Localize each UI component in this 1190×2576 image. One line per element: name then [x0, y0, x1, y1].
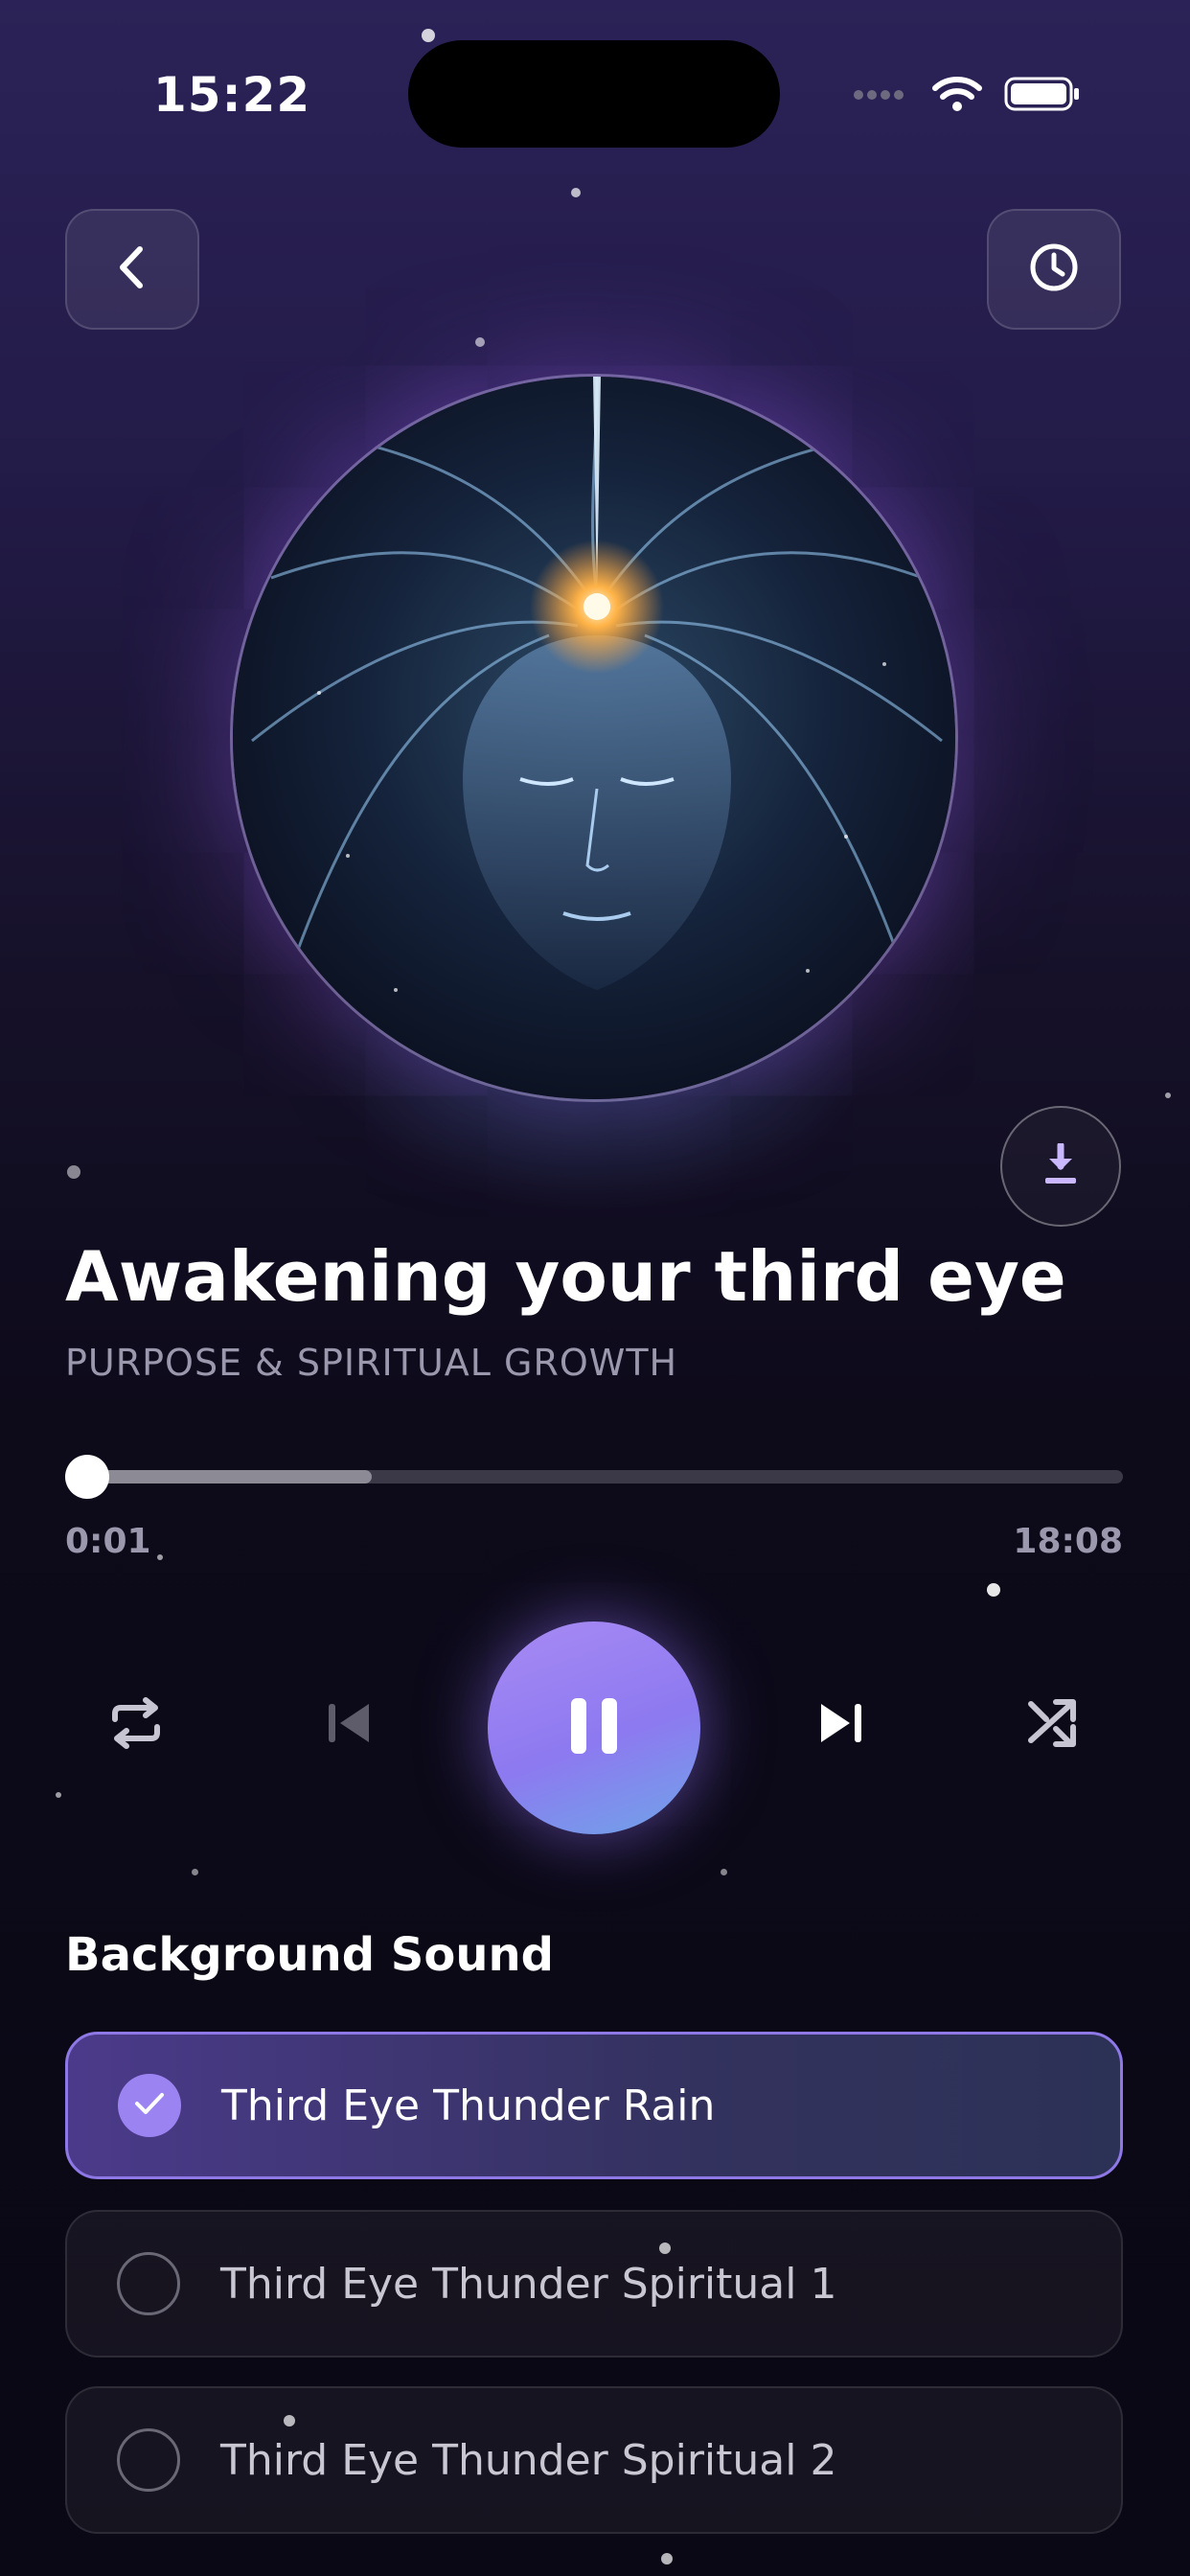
star-decoration [192, 1869, 198, 1875]
elapsed-time: 0:01 [65, 1522, 151, 1561]
sound-option-label: Third Eye Thunder Spiritual 2 [220, 2435, 837, 2485]
star-decoration [422, 29, 435, 42]
progress-buffered [65, 1470, 373, 1484]
status-icons [853, 67, 1081, 125]
clock-icon [1028, 242, 1080, 297]
sound-option-label: Third Eye Thunder Rain [221, 2081, 716, 2130]
star-decoration [475, 337, 485, 347]
download-icon [1041, 1141, 1080, 1189]
repeat-icon [107, 1696, 165, 1754]
star-decoration [571, 188, 581, 197]
pause-icon [567, 1696, 621, 1760]
track-category: PURPOSE & SPIRITUAL GROWTH [65, 1342, 678, 1384]
repeat-button[interactable] [96, 1685, 176, 1765]
skip-previous-icon [323, 1700, 375, 1750]
status-time: 15:22 [153, 67, 311, 123]
sound-option[interactable]: Third Eye Thunder Rain [65, 2032, 1123, 2179]
star-decoration [157, 1554, 163, 1560]
album-artwork [230, 374, 958, 1102]
star-decoration [1165, 1092, 1171, 1098]
wifi-icon [931, 75, 983, 117]
battery-icon [1004, 75, 1081, 117]
progress-slider[interactable] [65, 1455, 1123, 1499]
shuffle-icon [1025, 1696, 1079, 1754]
total-duration: 18:08 [1013, 1522, 1123, 1561]
track-title: Awakening your third eye [65, 1236, 1066, 1317]
chevron-left-icon [113, 243, 151, 295]
skip-next-icon [815, 1700, 867, 1750]
star-decoration [661, 2553, 673, 2564]
download-button[interactable] [1000, 1106, 1121, 1227]
star-decoration [56, 1792, 61, 1798]
sound-option-label: Third Eye Thunder Spiritual 1 [220, 2259, 837, 2309]
previous-button[interactable] [309, 1685, 389, 1765]
back-button[interactable] [65, 209, 199, 330]
radio-unselected[interactable] [117, 2428, 180, 2492]
sound-option[interactable]: Third Eye Thunder Spiritual 1 [65, 2210, 1123, 2358]
sound-option[interactable]: Third Eye Thunder Spiritual 2 [65, 2386, 1123, 2534]
radio-selected[interactable] [118, 2074, 181, 2137]
dynamic-island [408, 40, 780, 148]
radio-unselected[interactable] [117, 2252, 180, 2315]
progress-thumb[interactable] [65, 1455, 109, 1499]
star-decoration [721, 1869, 727, 1875]
star-decoration [67, 1165, 80, 1179]
next-button[interactable] [801, 1685, 881, 1765]
pause-button[interactable] [488, 1622, 700, 1834]
check-icon [133, 2090, 166, 2121]
star-decoration [987, 1583, 1000, 1597]
timer-button[interactable] [987, 209, 1121, 330]
shuffle-button[interactable] [1012, 1685, 1092, 1765]
background-sound-heading: Background Sound [65, 1928, 555, 1982]
signal-icon [853, 87, 910, 105]
